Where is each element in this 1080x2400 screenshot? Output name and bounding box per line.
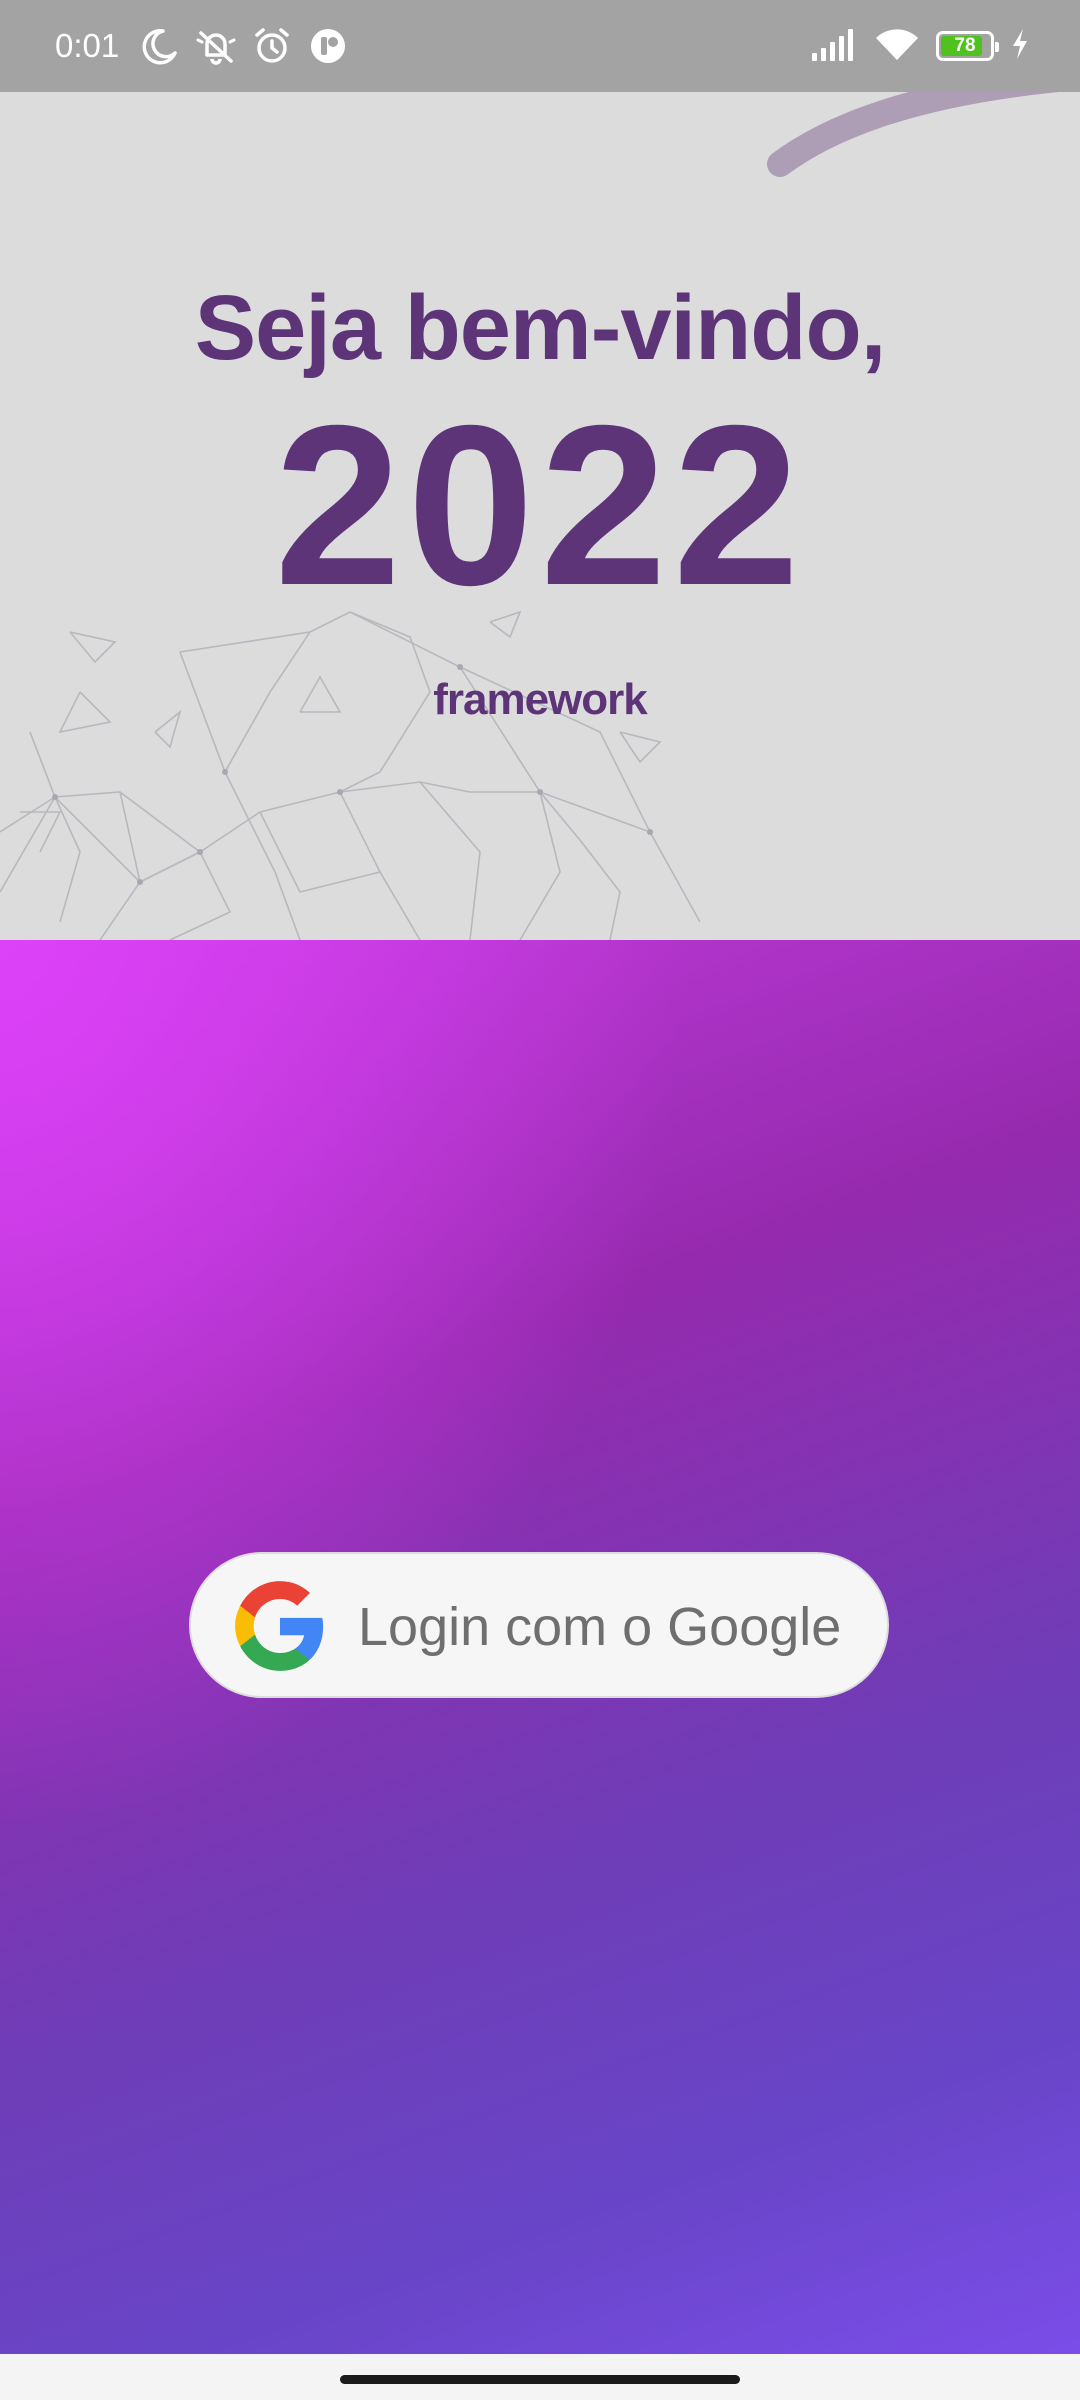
app-notification-icon bbox=[307, 25, 349, 67]
year-title: 2022 bbox=[274, 379, 806, 633]
welcome-headline: Seja bem-vindo, bbox=[194, 277, 887, 379]
brand-logo: framework bbox=[433, 675, 648, 724]
home-indicator[interactable] bbox=[340, 2375, 740, 2384]
welcome-banner: Seja bem-vindo, 2022 framework bbox=[0, 92, 1080, 940]
moon-icon bbox=[139, 25, 181, 67]
status-time: 0:01 bbox=[55, 27, 120, 64]
status-bar: 0:01 78 bbox=[0, 0, 1080, 92]
signal-icon bbox=[810, 27, 858, 66]
google-login-button[interactable]: Login com o Google bbox=[189, 1552, 889, 1698]
battery-icon: 78 bbox=[936, 31, 999, 61]
charging-icon bbox=[1010, 27, 1030, 66]
status-right-group: 78 bbox=[810, 0, 1030, 92]
battery-level: 78 bbox=[954, 35, 976, 56]
wifi-icon bbox=[874, 26, 920, 67]
google-logo-icon bbox=[235, 1581, 324, 1671]
status-left-group: 0:01 bbox=[55, 0, 349, 92]
google-login-label: Login com o Google bbox=[358, 1597, 842, 1657]
notifications-off-icon bbox=[195, 25, 237, 67]
login-panel: Login com o Google bbox=[0, 940, 1080, 2354]
navigation-bar bbox=[0, 2354, 1080, 2400]
alarm-icon bbox=[251, 25, 293, 67]
